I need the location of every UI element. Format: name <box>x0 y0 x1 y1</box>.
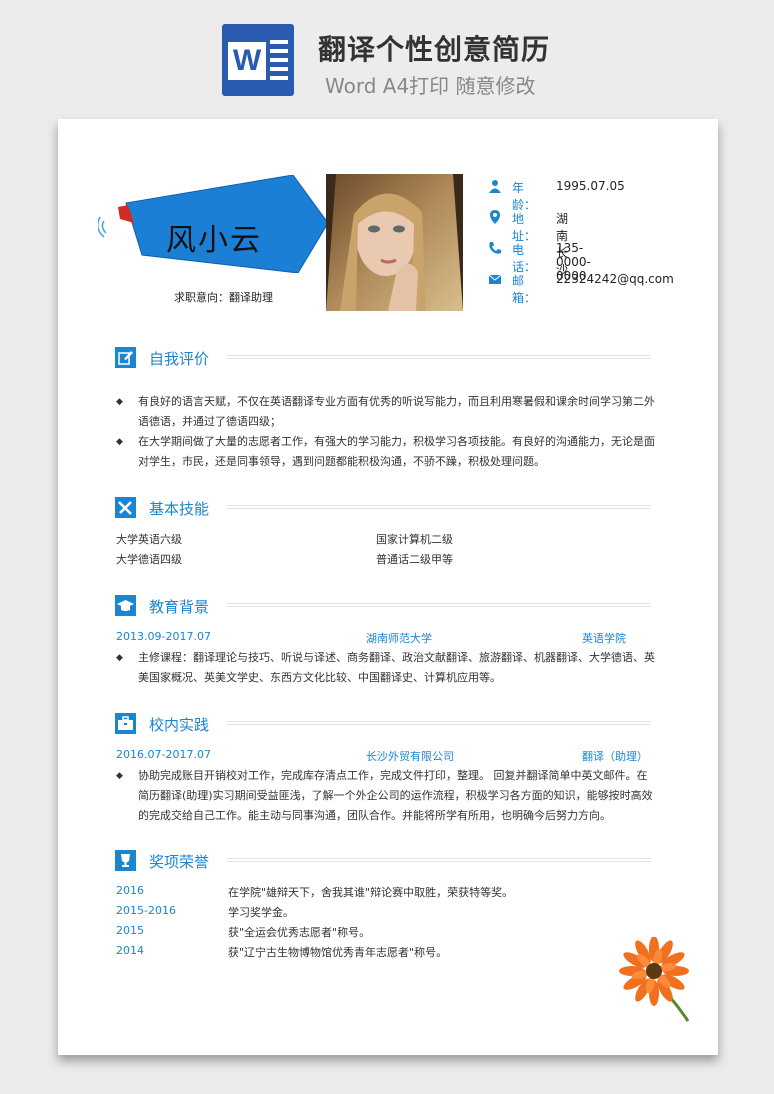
award-text: 学习奖学金。 <box>228 906 294 919</box>
practice-period: 2016.07-2017.07 <box>116 748 211 761</box>
section-title: 基本技能 <box>149 500 210 518</box>
envelope-icon <box>488 274 502 284</box>
word-logo-letter: W <box>228 42 266 80</box>
practice-detail: 协助完成账目开销校对工作，完成库存清点工作，完成文件打印，整理。 回复并翻译简单… <box>116 766 656 826</box>
banner-subtitle: Word A4打印 随意修改 <box>325 74 536 98</box>
info-label: 地址： <box>512 212 537 243</box>
skills-list: 大学英语六级 国家计算机二级 大学德语四级 普通话二级甲等 <box>116 530 656 570</box>
section-title: 自我评价 <box>149 350 210 368</box>
section-practice-header: 校内实践 <box>115 713 655 735</box>
info-label: 邮箱： <box>512 274 537 305</box>
education-major: 英语学院 <box>582 632 626 645</box>
phone-icon <box>489 242 501 254</box>
info-value: 22324242@qq.com <box>556 272 674 286</box>
practice-role: 翻译（助理） <box>582 750 648 763</box>
award-year: 2016 <box>116 884 144 897</box>
section-title: 奖项荣誉 <box>149 853 210 871</box>
education-school: 湖南师范大学 <box>366 632 432 645</box>
list-item: 主修课程：翻译理论与技巧、听说与译述、商务翻译、政治文献翻译、旅游翻译、机器翻译… <box>116 648 656 688</box>
profile-photo <box>326 174 463 311</box>
person-icon <box>489 180 501 193</box>
award-year: 2014 <box>116 944 144 957</box>
section-awards-header: 奖项荣誉 <box>115 850 655 872</box>
award-row: 2014 获"辽宁古生物博物馆优秀青年志愿者"称号。 <box>116 944 656 964</box>
practice-company: 长沙外贸有限公司 <box>366 750 454 763</box>
edit-icon <box>115 347 136 368</box>
job-intent: 求职意向：翻译助理 <box>174 291 273 304</box>
award-row: 2015 获"全运会优秀志愿者"称号。 <box>116 924 656 944</box>
list-item: 协助完成账目开销校对工作，完成库存清点工作，完成文件打印，整理。 回复并翻译简单… <box>116 766 656 826</box>
award-row: 2016 在学院"雄辩天下，舍我其谁"辩论赛中取胜，荣获特等奖。 <box>116 884 656 904</box>
download-banner: W 翻译个性创意简历 Word A4打印 随意修改 <box>0 0 774 110</box>
trophy-icon <box>115 850 136 871</box>
location-pin-icon <box>490 210 500 224</box>
skill-item: 普通话二级甲等 <box>376 553 453 566</box>
skill-item: 国家计算机二级 <box>376 533 453 546</box>
section-education-header: 教育背景 <box>115 595 655 617</box>
info-value: 1995.07.05 <box>556 179 625 193</box>
info-label: 年龄： <box>512 181 537 212</box>
candidate-name: 风小云 <box>166 223 262 258</box>
education-timeline: 2013.09-2017.07 湖南师范大学 英语学院 <box>116 630 656 648</box>
info-label: 电话： <box>512 243 537 274</box>
flower-decoration <box>619 937 690 1022</box>
word-app-icon: W <box>222 24 294 96</box>
resume-page: 风小云 求职意向：翻译助理 年龄： 1995.07.05 地址： 湖南 长沙 电… <box>58 119 718 1055</box>
tools-icon <box>115 497 136 518</box>
awards-list: 2016 在学院"雄辩天下，舍我其谁"辩论赛中取胜，荣获特等奖。 2015-20… <box>116 884 656 964</box>
graduation-cap-icon <box>115 595 136 616</box>
skill-item: 大学德语四级 <box>116 553 182 566</box>
skill-item: 大学英语六级 <box>116 533 182 546</box>
award-year: 2015-2016 <box>116 904 176 917</box>
list-item: 在大学期间做了大量的志愿者工作，有强大的学习能力，积极学习各项技能。有良好的沟通… <box>116 432 656 472</box>
briefcase-icon <box>115 713 136 734</box>
section-self-eval-header: 自我评价 <box>115 347 655 369</box>
practice-timeline: 2016.07-2017.07 长沙外贸有限公司 翻译（助理） <box>116 748 656 766</box>
section-title: 教育背景 <box>149 598 210 616</box>
list-item: 有良好的语言天赋，不仅在英语翻译专业方面有优秀的听说写能力，而且利用寒暑假和课余… <box>116 392 656 432</box>
education-period: 2013.09-2017.07 <box>116 630 211 643</box>
award-year: 2015 <box>116 924 144 937</box>
self-eval-list: 有良好的语言天赋，不仅在英语翻译专业方面有优秀的听说写能力，而且利用寒暑假和课余… <box>116 392 656 472</box>
section-skills-header: 基本技能 <box>115 497 655 519</box>
education-detail: 主修课程：翻译理论与技巧、听说与译述、商务翻译、政治文献翻译、旅游翻译、机器翻译… <box>116 648 656 688</box>
award-text: 获"辽宁古生物博物馆优秀青年志愿者"称号。 <box>228 946 448 959</box>
banner-title: 翻译个性创意简历 <box>318 33 551 66</box>
award-row: 2015-2016 学习奖学金。 <box>116 904 656 924</box>
award-text: 在学院"雄辩天下，舍我其谁"辩论赛中取胜，荣获特等奖。 <box>228 886 514 899</box>
award-text: 获"全运会优秀志愿者"称号。 <box>228 926 371 939</box>
section-title: 校内实践 <box>149 716 210 734</box>
